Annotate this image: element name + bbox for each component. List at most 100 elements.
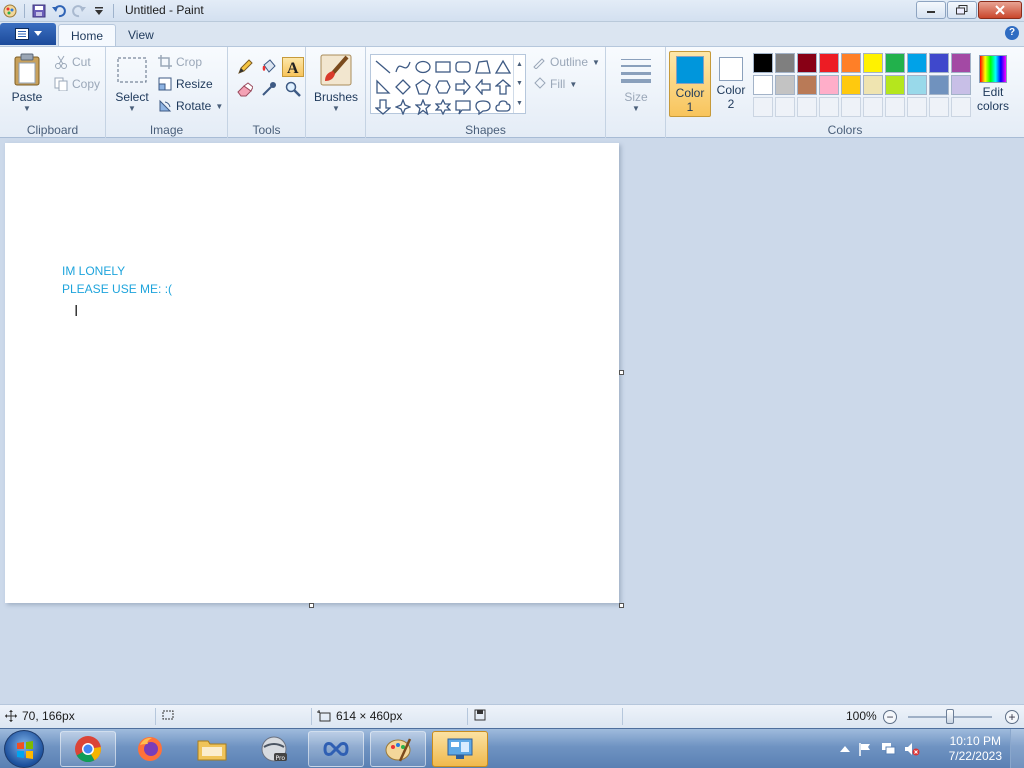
down-arrow-shape-icon[interactable] <box>373 97 393 117</box>
palette-swatch[interactable] <box>951 53 971 73</box>
cloud-callout-shape-icon[interactable] <box>493 97 513 117</box>
volume-muted-icon[interactable] <box>904 742 920 756</box>
minimize-button[interactable] <box>916 1 946 19</box>
polygon-shape-icon[interactable] <box>473 57 493 77</box>
magnifier-icon[interactable] <box>282 79 304 99</box>
palette-swatch[interactable] <box>841 53 861 73</box>
paste-button[interactable]: Paste ▼ <box>6 53 48 113</box>
palette-swatch[interactable] <box>863 53 883 73</box>
action-center-flag-icon[interactable] <box>858 742 872 756</box>
tab-home[interactable]: Home <box>58 24 117 46</box>
palette-custom-slot[interactable] <box>929 97 949 117</box>
resize-handle-bottom[interactable] <box>309 603 314 608</box>
hexagon-shape-icon[interactable] <box>433 77 453 97</box>
palette-custom-slot[interactable] <box>907 97 927 117</box>
show-desktop-button[interactable] <box>1010 729 1024 768</box>
palette-swatch[interactable] <box>929 53 949 73</box>
outline-button[interactable]: Outline ▼ <box>532 55 600 69</box>
palette-swatch[interactable] <box>797 75 817 95</box>
taskbar-remote-desktop[interactable] <box>432 731 488 767</box>
scroll-up-icon[interactable]: ▲ <box>516 61 523 68</box>
palette-swatch[interactable] <box>907 53 927 73</box>
taskbar-google-earth-pro[interactable]: Pro <box>246 731 302 767</box>
clock[interactable]: 10:10 PM 7/22/2023 <box>949 734 1002 764</box>
pencil-icon[interactable] <box>234 57 256 77</box>
redo-icon[interactable] <box>71 3 87 19</box>
palette-swatch[interactable] <box>819 53 839 73</box>
palette-swatch[interactable] <box>929 75 949 95</box>
right-triangle-shape-icon[interactable] <box>373 77 393 97</box>
expand-gallery-icon[interactable]: ▼ <box>516 100 523 107</box>
text-tool-icon[interactable]: A <box>282 57 304 77</box>
palette-custom-slot[interactable] <box>819 97 839 117</box>
drawing-canvas[interactable]: IM LONELY PLEASE USE ME: :( I <box>5 143 619 603</box>
crop-button[interactable]: Crop <box>158 55 202 69</box>
diamond-shape-icon[interactable] <box>393 77 413 97</box>
tab-view[interactable]: View <box>116 24 166 46</box>
rotate-button[interactable]: Rotate ▼ <box>158 99 223 113</box>
curve-shape-icon[interactable] <box>393 57 413 77</box>
pentagon-shape-icon[interactable] <box>413 77 433 97</box>
taskbar-visual-studio[interactable] <box>308 731 364 767</box>
customize-qat-icon[interactable] <box>91 3 107 19</box>
color-picker-icon[interactable] <box>258 79 280 99</box>
palette-swatch[interactable] <box>885 53 905 73</box>
show-hidden-icons-icon[interactable] <box>840 745 850 753</box>
five-point-star-shape-icon[interactable] <box>413 97 433 117</box>
zoom-out-button[interactable]: − <box>883 710 897 724</box>
edit-colors-button[interactable]: Edit colors <box>974 51 1012 115</box>
size-button[interactable]: Size ▼ <box>616 53 656 113</box>
scroll-down-icon[interactable]: ▼ <box>516 80 523 87</box>
triangle-shape-icon[interactable] <box>493 57 513 77</box>
undo-icon[interactable] <box>51 3 67 19</box>
palette-custom-slot[interactable] <box>951 97 971 117</box>
four-point-star-shape-icon[interactable] <box>393 97 413 117</box>
zoom-in-button[interactable]: + <box>1005 710 1019 724</box>
six-point-star-shape-icon[interactable] <box>433 97 453 117</box>
cut-button[interactable]: Cut <box>54 55 91 69</box>
shapes-scroll[interactable]: ▲ ▼ ▼ <box>513 55 525 113</box>
palette-custom-slot[interactable] <box>885 97 905 117</box>
taskbar-file-explorer[interactable] <box>184 731 240 767</box>
rectangle-shape-icon[interactable] <box>433 57 453 77</box>
palette-swatch[interactable] <box>753 75 773 95</box>
canvas-workspace[interactable]: IM LONELY PLEASE USE ME: :( I <box>0 138 1024 704</box>
palette-swatch[interactable] <box>753 53 773 73</box>
brushes-button[interactable]: Brushes ▼ <box>312 53 360 113</box>
rounded-rectangle-shape-icon[interactable] <box>453 57 473 77</box>
zoom-slider-thumb[interactable] <box>946 709 954 724</box>
oval-callout-shape-icon[interactable] <box>473 97 493 117</box>
up-arrow-shape-icon[interactable] <box>493 77 513 97</box>
line-shape-icon[interactable] <box>373 57 393 77</box>
close-button[interactable] <box>978 1 1022 19</box>
start-button[interactable] <box>4 730 44 768</box>
palette-custom-slot[interactable] <box>775 97 795 117</box>
taskbar-chrome[interactable] <box>60 731 116 767</box>
copy-button[interactable]: Copy <box>54 77 100 91</box>
palette-swatch[interactable] <box>797 53 817 73</box>
paint-menu-button[interactable] <box>0 23 56 45</box>
save-icon[interactable] <box>31 3 47 19</box>
help-icon[interactable]: ? <box>1005 26 1019 40</box>
palette-swatch[interactable] <box>885 75 905 95</box>
color1-button[interactable]: Color 1 <box>669 51 711 117</box>
resize-handle-corner[interactable] <box>619 603 624 608</box>
resize-handle-right[interactable] <box>619 370 624 375</box>
paint-app-icon[interactable] <box>2 3 18 19</box>
palette-swatch[interactable] <box>819 75 839 95</box>
left-arrow-shape-icon[interactable] <box>473 77 493 97</box>
select-button[interactable]: Select ▼ <box>112 53 152 113</box>
canvas-text[interactable]: IM LONELY PLEASE USE ME: :( <box>62 262 172 298</box>
oval-shape-icon[interactable] <box>413 57 433 77</box>
palette-swatch[interactable] <box>775 53 795 73</box>
eraser-icon[interactable] <box>234 79 256 99</box>
network-icon[interactable] <box>881 742 897 756</box>
palette-swatch[interactable] <box>907 75 927 95</box>
palette-swatch[interactable] <box>951 75 971 95</box>
color2-button[interactable]: Color 2 <box>711 51 751 115</box>
palette-swatch[interactable] <box>863 75 883 95</box>
taskbar-paint[interactable] <box>370 731 426 767</box>
resize-button[interactable]: Resize <box>158 77 213 91</box>
right-arrow-shape-icon[interactable] <box>453 77 473 97</box>
palette-swatch[interactable] <box>775 75 795 95</box>
